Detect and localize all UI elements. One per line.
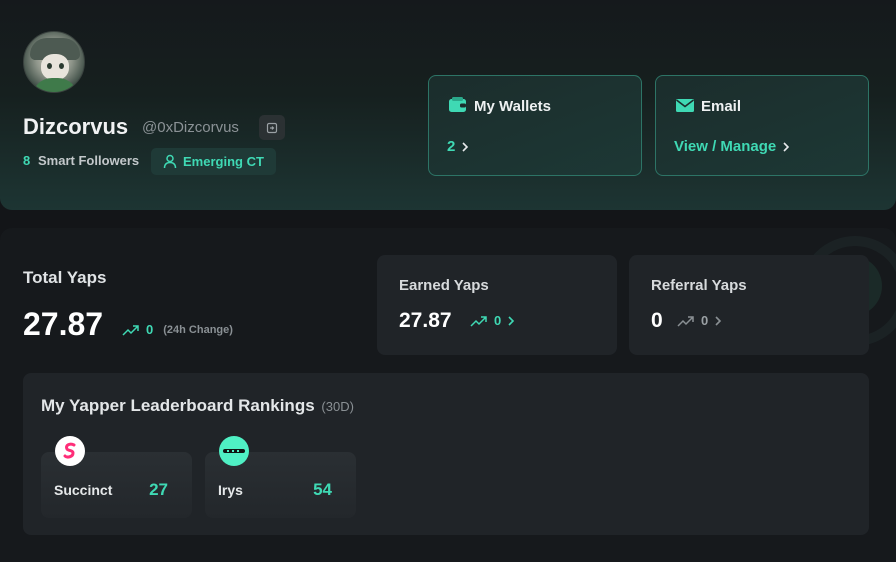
total-yaps-label: Total Yaps — [23, 268, 107, 287]
ranking-card-succinct[interactable]: Succinct 27 — [41, 436, 192, 518]
email-manage-link[interactable]: View / Manage — [674, 138, 790, 155]
total-yaps-value: 27.87 — [23, 306, 104, 342]
email-title: Email — [701, 98, 742, 115]
chevron-right-icon — [462, 141, 469, 152]
badge-label: Emerging CT — [183, 154, 264, 169]
email-manage-label: View / Manage — [674, 138, 777, 155]
my-wallets-card[interactable]: My Wallets 2 — [428, 75, 642, 176]
ranking-card-irys[interactable]: Irys 54 — [205, 436, 356, 518]
ranking-project-name: Succinct — [54, 482, 113, 498]
rankings-title: My Yapper Leaderboard Rankings (30D) — [41, 396, 354, 416]
user-icon — [163, 154, 177, 169]
earned-yaps-change[interactable]: 0 — [470, 313, 515, 328]
profile-handle: @0xDizcorvus — [142, 119, 239, 136]
ranking-position: 54 — [313, 480, 332, 499]
chevron-right-icon — [508, 315, 515, 326]
login-icon — [266, 122, 278, 133]
email-card[interactable]: Email View / Manage — [655, 75, 869, 176]
mail-icon — [676, 99, 694, 112]
status-badge: Emerging CT — [151, 148, 276, 175]
smart-followers-count: 8 — [23, 153, 31, 168]
ranking-project-name: Irys — [218, 482, 243, 498]
change-period-note: (24h Change) — [163, 323, 233, 336]
my-wallets-title: My Wallets — [474, 98, 551, 115]
ranking-position: 27 — [149, 480, 168, 499]
rankings-title-text: My Yapper Leaderboard Rankings — [41, 396, 315, 415]
chevron-right-icon — [783, 141, 790, 152]
total-yaps-change: 0 (24h Change) — [122, 322, 233, 337]
profile-header: Dizcorvus @0xDizcorvus 8 Smart Followers… — [0, 0, 896, 210]
succinct-logo-icon — [55, 436, 85, 466]
chevron-right-icon — [715, 315, 722, 326]
referral-yaps-change[interactable]: 0 — [677, 313, 722, 328]
avatar[interactable] — [23, 31, 85, 93]
copy-handle-button[interactable] — [259, 115, 285, 140]
referral-yaps-label: Referral Yaps — [651, 277, 747, 294]
yaps-panel: Total Yaps 27.87 0 (24h Change) Earned Y… — [0, 228, 896, 562]
irys-logo-icon — [219, 436, 249, 466]
earned-yaps-value: 27.87 — [399, 309, 452, 332]
total-change-value: 0 — [146, 322, 154, 337]
smart-followers-label: Smart Followers — [38, 153, 140, 168]
trending-up-icon — [470, 315, 487, 327]
wallets-count: 2 — [447, 138, 456, 155]
leaderboard-rankings-panel: My Yapper Leaderboard Rankings (30D) Suc… — [23, 373, 869, 535]
trending-up-icon — [122, 324, 139, 336]
earned-change-value: 0 — [494, 313, 502, 328]
referral-change-value: 0 — [701, 313, 709, 328]
referral-yaps-card[interactable]: Referral Yaps 0 0 — [629, 255, 869, 355]
rankings-period: (30D) — [321, 399, 354, 414]
profile-name: Dizcorvus — [23, 114, 129, 139]
wallet-icon — [449, 97, 466, 112]
wallets-count-link[interactable]: 2 — [447, 138, 469, 155]
trending-up-icon — [677, 315, 694, 327]
earned-yaps-label: Earned Yaps — [399, 277, 489, 294]
referral-yaps-value: 0 — [651, 309, 663, 332]
earned-yaps-card[interactable]: Earned Yaps 27.87 0 — [377, 255, 617, 355]
